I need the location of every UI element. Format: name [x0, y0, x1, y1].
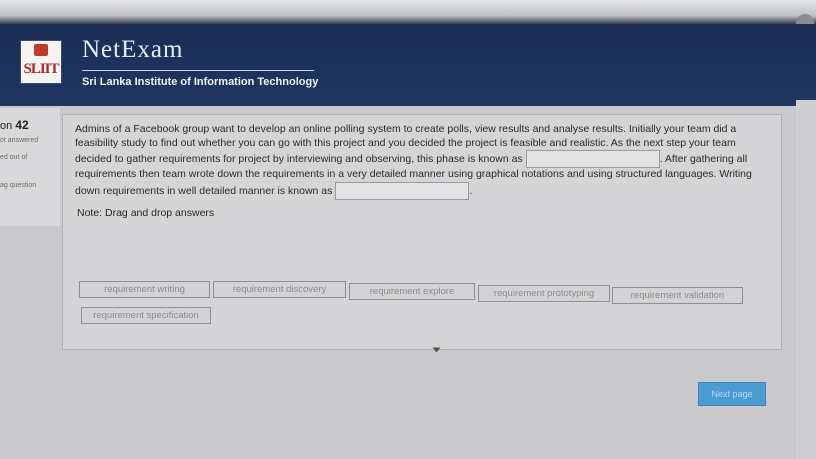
answer-chip-discovery[interactable]: requirement discovery	[213, 281, 346, 298]
question-info-panel: on 42 ot answered ed out of ag question	[0, 108, 60, 226]
brand-divider	[82, 70, 314, 71]
answer-chip-explore[interactable]: requirement explore	[349, 283, 475, 300]
next-page-button[interactable]: Next page	[698, 382, 766, 406]
answer-chip-writing[interactable]: requirement writing	[79, 281, 210, 298]
answer-chip-specification[interactable]: requirement specification	[81, 307, 211, 324]
crest-icon	[34, 44, 48, 56]
question-number: on 42	[0, 118, 29, 132]
site-header: SLIIT NetExam Sri Lanka Institute of Inf…	[0, 24, 816, 106]
flag-question-link[interactable]: ag question	[0, 182, 36, 189]
mouse-cursor-icon	[432, 347, 441, 353]
browser-top-bar	[0, 0, 816, 26]
drop-zone-1[interactable]	[525, 150, 660, 168]
question-text: Admins of a Facebook group want to devel…	[75, 123, 765, 200]
answer-chip-prototyping[interactable]: requirement prototyping	[478, 285, 610, 302]
answer-status: ot answered	[0, 137, 39, 144]
sliit-logo: SLIIT	[20, 40, 62, 84]
logo-text: SLIIT	[23, 61, 59, 77]
right-side-panel	[796, 100, 816, 459]
answer-chip-validation[interactable]: requirement validation	[612, 287, 743, 304]
drop-zone-2[interactable]	[335, 181, 470, 200]
question-note: Note: Drag and drop answers	[77, 207, 215, 219]
marks-info: ed out of	[0, 154, 28, 161]
institute-tagline: Sri Lanka Institute of Information Techn…	[82, 76, 319, 88]
question-box: Admins of a Facebook group want to devel…	[62, 114, 782, 350]
brand-title: NetExam	[82, 36, 184, 63]
